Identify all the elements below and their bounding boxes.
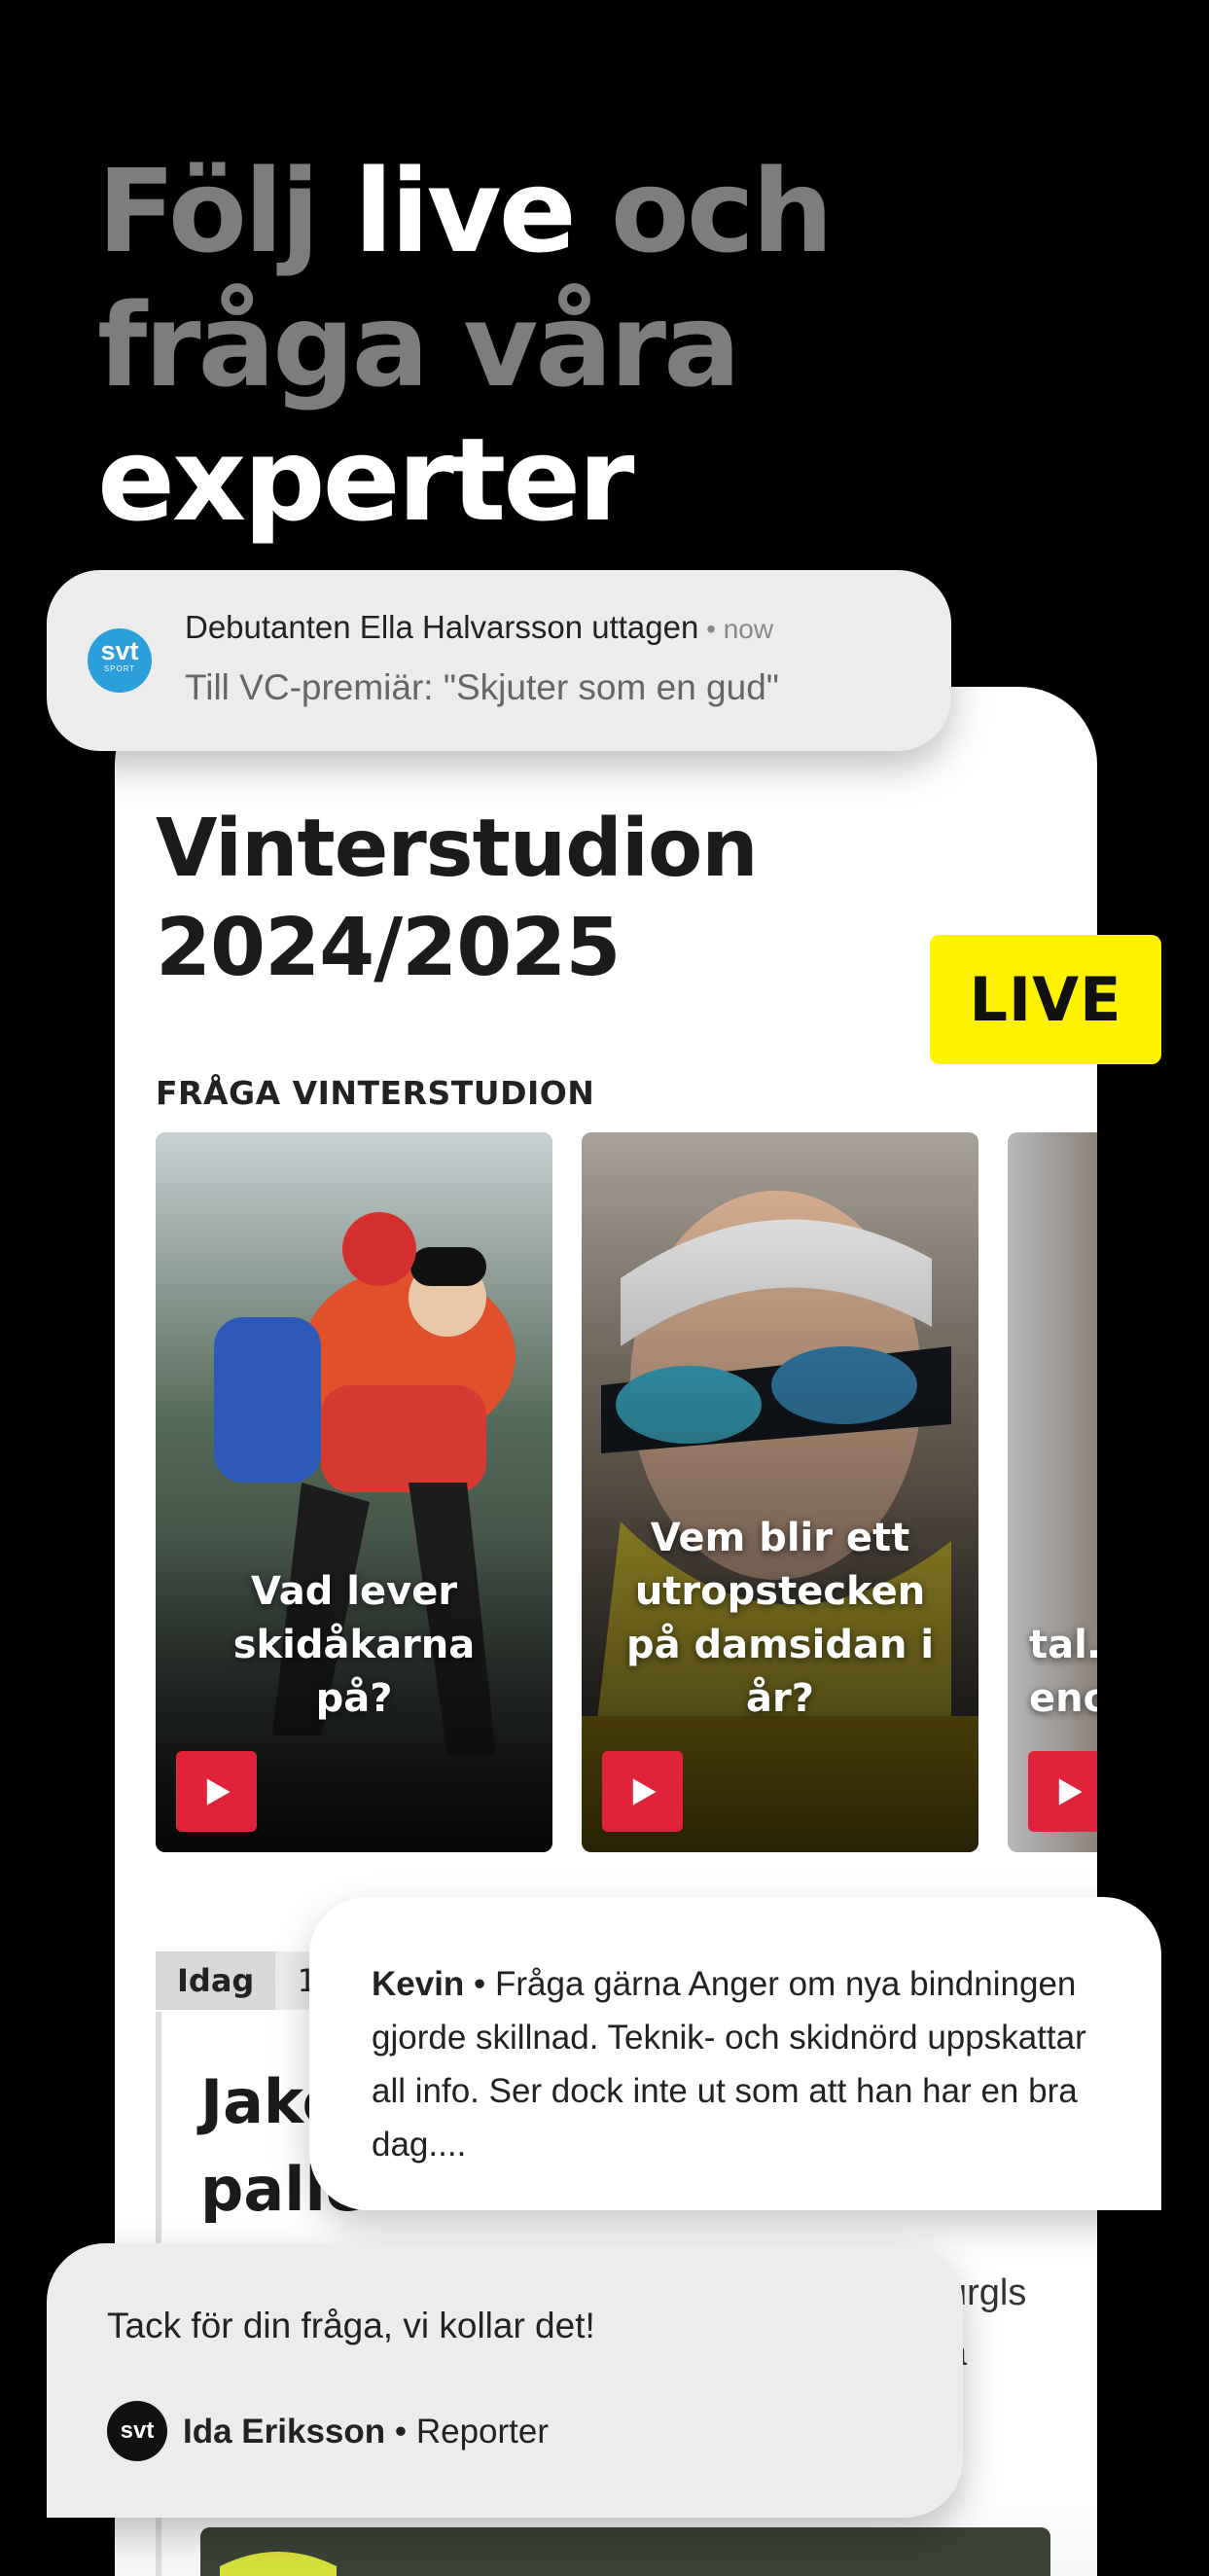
svt-logo-text: svt: [100, 636, 139, 665]
article-image: [200, 2527, 1050, 2576]
headline-live: live: [353, 144, 577, 278]
play-icon: [1058, 1777, 1083, 1806]
question-bubble: Kevin • Fråga gärna Anger om nya bindnin…: [309, 1897, 1161, 2210]
tile-caption: Vad lever skidåkarna på?: [232, 1569, 476, 1721]
push-notification[interactable]: svt SPORT Debutanten Ella Halvarsson utt…: [47, 570, 951, 751]
video-tile[interactable]: Vad lever skidåkarna på?: [156, 1132, 552, 1852]
page-title-line1: Vinterstudion: [156, 803, 759, 895]
tile-caption: Vem blir ett utropstecken på damsidan i …: [625, 1516, 935, 1721]
video-carousel[interactable]: Vad lever skidåkarna på? Vem blir ett ut…: [156, 1132, 1097, 1852]
avatar: svt: [107, 2401, 167, 2461]
notification-title-text: Debutanten Ella Halvarsson uttagen: [185, 609, 699, 645]
video-tile[interactable]: Vem blir ett utropstecken på damsidan i …: [582, 1132, 978, 1852]
article-image-graphic: [200, 2527, 1050, 2576]
live-badge: LIVE: [930, 935, 1161, 1064]
headline-part1: Följ: [97, 144, 354, 278]
answer-author-name: Ida Eriksson: [183, 2413, 386, 2451]
notification-body: Till VC-premiär: "Skjuter som en gud": [185, 667, 779, 707]
answer-author: Ida Eriksson • Reporter: [183, 2413, 549, 2451]
question-author: Kevin: [372, 1965, 465, 2003]
hero-headline: Följ live och fråga våra experter: [97, 144, 1148, 547]
question-separator: •: [464, 1965, 496, 2003]
page-title: Vinterstudion 2024/2025: [156, 800, 759, 998]
play-button[interactable]: [1028, 1751, 1097, 1832]
athlete-portrait-image: [582, 1132, 978, 1852]
play-button[interactable]: [176, 1751, 257, 1832]
section-label: FRÅGA VINTERSTUDION: [156, 1074, 595, 1112]
tile-caption: tal… eno…: [1029, 1623, 1097, 1721]
tab-today[interactable]: Idag: [156, 1951, 276, 2010]
svt-sport-logo: svt SPORT: [88, 628, 152, 693]
video-tile[interactable]: tal… eno…: [1008, 1132, 1097, 1852]
notification-separator: •: [698, 614, 724, 644]
page-title-line2: 2024/2025: [156, 902, 621, 994]
play-button[interactable]: [602, 1751, 683, 1832]
answer-bubble: Tack för din fråga, vi kollar det! svt I…: [47, 2243, 963, 2518]
answer-separator: •: [385, 2413, 416, 2451]
play-icon: [632, 1777, 657, 1806]
notification-title: Debutanten Ella Halvarsson uttagen • now: [185, 609, 773, 646]
svt-logo-sub: SPORT: [103, 664, 136, 673]
skier-image: [156, 1132, 552, 1852]
play-icon: [206, 1777, 231, 1806]
answer-text: Tack för din fråga, vi kollar det!: [107, 2306, 595, 2345]
answer-author-role: Reporter: [415, 2413, 550, 2451]
notification-time: now: [723, 614, 774, 644]
headline-experts: experter: [97, 412, 634, 547]
